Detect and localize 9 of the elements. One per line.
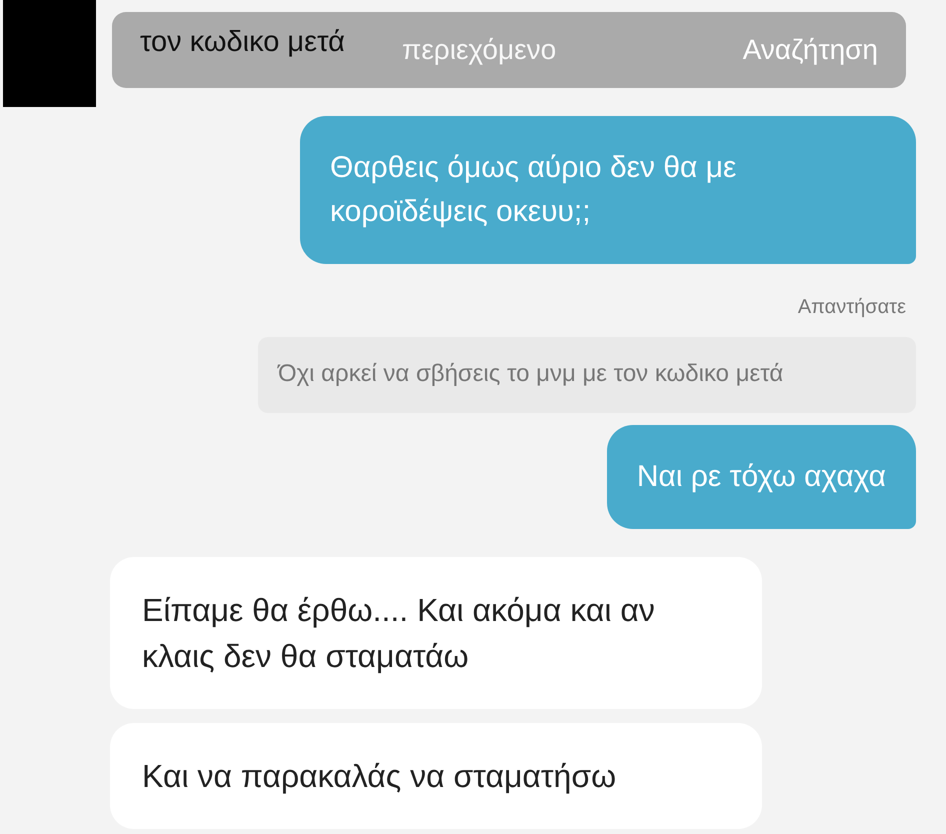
received-message-bubble: Είπαμε θα έρθω.... Και ακόμα και αν κλαις δεν θα σταματάω bbox=[110, 557, 762, 709]
sent-message-bubble: Ναι ρε τόχω αχαχα bbox=[606, 425, 916, 529]
search-button[interactable]: Αναζήτηση bbox=[742, 34, 878, 66]
search-placeholder: περιεχόμενο bbox=[402, 34, 556, 66]
sent-message-bubble: Θαρθεις όμως αύριο δεν θα με κοροϊδέψεις οκευυ;; bbox=[300, 116, 916, 264]
message-text: τον κωδικο μετά bbox=[140, 26, 345, 58]
received-message-bubble: Και να παρακαλάς να σταματήσω bbox=[110, 723, 762, 829]
reply-label: Απαντήσατε bbox=[798, 296, 906, 319]
quoted-message: Όχι αρκεί να σβήσεις το μνμ με τον κωδικο μετά bbox=[258, 337, 916, 413]
